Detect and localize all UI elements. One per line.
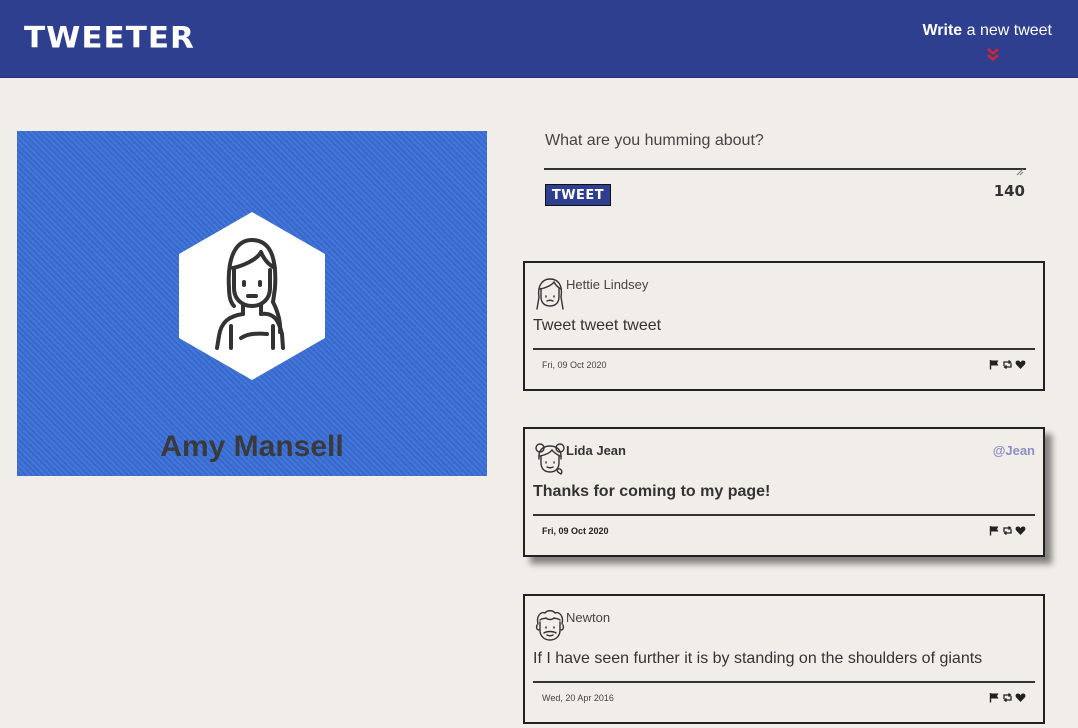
write-link-bold: Write: [922, 22, 963, 39]
tweet-card[interactable]: Newton If I have seen further it is by s…: [523, 594, 1045, 724]
tweet-divider: [533, 514, 1035, 516]
retweet-icon[interactable]: [1002, 525, 1013, 536]
tweet-divider: [533, 681, 1035, 683]
woman-avatar-icon: [179, 212, 325, 380]
tweet-author-name[interactable]: Lida Jean: [566, 443, 626, 458]
heart-icon[interactable]: [1015, 359, 1026, 370]
retweet-icon[interactable]: [1002, 692, 1013, 703]
double-chevron-down-icon[interactable]: [987, 48, 999, 62]
tweet-actions: [989, 359, 1026, 370]
tweet-date: Wed, 20 Apr 2016: [542, 693, 614, 703]
tweet-author-name[interactable]: Newton: [566, 610, 610, 625]
girl-buns-avatar-icon: [535, 443, 565, 475]
tweet-text: Tweet tweet tweet: [533, 317, 662, 334]
tweet-text: If I have seen further it is by standing…: [533, 650, 983, 667]
tweet-date: Fri, 09 Oct 2020: [542, 526, 609, 536]
tweet-submit-button[interactable]: TWEET: [545, 184, 611, 206]
retweet-icon[interactable]: [1002, 359, 1013, 370]
heart-icon[interactable]: [1015, 525, 1026, 536]
tweet-textarea[interactable]: [544, 130, 1026, 170]
man-avatar-icon: [535, 610, 565, 641]
heart-icon[interactable]: [1015, 692, 1026, 703]
brand-logo[interactable]: TWEETER: [24, 21, 195, 55]
tweet-actions: [989, 525, 1026, 536]
top-nav: TWEETER Write a new tweet: [0, 0, 1078, 78]
character-counter: 140: [993, 182, 1025, 200]
flag-icon[interactable]: [989, 692, 1000, 703]
flag-icon[interactable]: [989, 525, 1000, 536]
flag-icon[interactable]: [989, 359, 1000, 370]
new-tweet-form: TWEET 140: [544, 130, 1026, 206]
profile-name: Amy Mansell: [160, 430, 344, 463]
tweet-actions: [989, 692, 1026, 703]
tweet-text: Thanks for coming to my page!: [533, 483, 771, 500]
write-new-tweet-link[interactable]: Write a new tweet: [922, 22, 1052, 40]
resize-grip-icon[interactable]: [1016, 168, 1024, 176]
write-link-rest: a new tweet: [962, 22, 1052, 39]
tweet-card[interactable]: Lida Jean @Jean Thanks for coming to my …: [523, 427, 1045, 557]
tweet-author-name[interactable]: Hettie Lindsey: [566, 277, 648, 292]
profile-card: Amy Mansell: [17, 131, 487, 476]
tweet-date: Fri, 09 Oct 2020: [542, 360, 607, 370]
tweet-card[interactable]: Hettie Lindsey Tweet tweet tweet Fri, 09…: [523, 261, 1045, 391]
tweet-author-handle[interactable]: @Jean: [993, 443, 1035, 458]
girl-avatar-icon: [536, 278, 564, 310]
tweet-divider: [533, 348, 1035, 350]
